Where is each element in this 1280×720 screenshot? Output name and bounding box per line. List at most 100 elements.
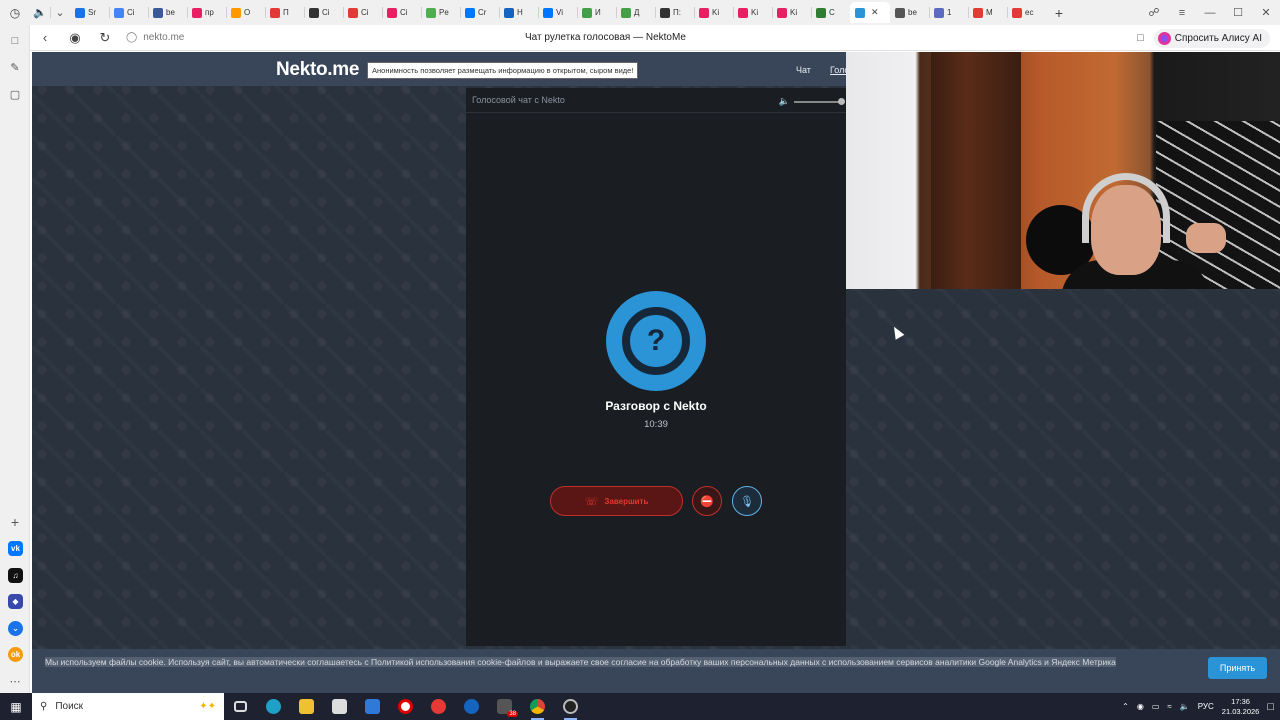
tray-app-icon[interactable]: ◉ (1137, 702, 1144, 711)
volume-control[interactable]: 🔈 (779, 96, 845, 107)
accept-cookies-button[interactable]: Принять (1208, 657, 1267, 679)
taskbar-search[interactable]: ⚲ Поиск ✦✦ (32, 693, 224, 720)
ask-alice-button[interactable]: Спросить Алису AI (1153, 28, 1270, 48)
tray-display-icon[interactable]: ▭ (1152, 702, 1160, 711)
ok-icon[interactable]: ok (8, 647, 23, 662)
tab-4[interactable]: O (226, 2, 265, 23)
mouse-cursor-icon (889, 324, 905, 340)
tab-3[interactable]: пр (187, 2, 226, 23)
tab-0[interactable]: Sr (70, 2, 109, 23)
explorer-icon[interactable] (290, 693, 323, 720)
tab-19[interactable]: C (811, 2, 850, 23)
tab-favicon-icon (504, 7, 514, 18)
notes-icon[interactable]: ✎ (7, 59, 23, 75)
volume-icon[interactable]: 🔈 (779, 96, 790, 107)
wifi-icon[interactable]: ≈ (1167, 702, 1171, 711)
clock[interactable]: 17:36 21.03.2026 (1222, 697, 1260, 717)
tab-after-1[interactable]: 1 (929, 2, 968, 23)
speaker-icon[interactable]: 🔈 (1180, 702, 1190, 711)
tab-favicon-icon (777, 7, 787, 18)
mail-app-icon[interactable] (356, 693, 389, 720)
report-button[interactable]: ⛔ (692, 486, 722, 516)
shield-icon: ◯ (126, 32, 138, 43)
tab-13[interactable]: И (577, 2, 616, 23)
nav-chat-link[interactable]: Чат (796, 65, 811, 75)
task-view-icon[interactable] (224, 693, 257, 720)
pin-icon[interactable]: ☍ (1140, 0, 1168, 25)
tab-1[interactable]: Ci (109, 2, 148, 23)
tab-after-3[interactable]: ec (1007, 2, 1046, 23)
tab-2[interactable]: be (148, 2, 187, 23)
vk-icon[interactable]: vk (8, 541, 23, 556)
back-icon[interactable]: ‹ (30, 30, 60, 45)
tab-10[interactable]: Cr (460, 2, 499, 23)
volume-knob[interactable] (838, 97, 845, 105)
tray-chevron-icon[interactable]: ⌃ (1122, 702, 1129, 711)
maximize-icon[interactable]: ☐ (1224, 0, 1252, 25)
tab-label: Ci (361, 8, 369, 17)
conversation-title: Разговор с Nekto (605, 399, 707, 413)
tab-label: Д (634, 8, 640, 17)
browser-menu-icon[interactable]: ◷ (0, 0, 30, 25)
search-icon: ⚲ (40, 701, 48, 712)
app-icon[interactable]: ◆ (8, 594, 23, 609)
call-timer: 10:39 (644, 419, 668, 430)
tab-after-2[interactable]: M (968, 2, 1007, 23)
tab-label: ec (1025, 8, 1034, 17)
url-field[interactable]: ◯ nekto.me (126, 32, 306, 43)
end-call-button[interactable]: ☏ Завершить (550, 486, 683, 516)
page-title: Чат рулетка голосовая — NektoMe (525, 32, 686, 43)
obs-icon[interactable] (554, 693, 587, 720)
tab-5[interactable]: П (265, 2, 304, 23)
mic-button[interactable]: 🎙 (732, 486, 762, 516)
tab-active[interactable]: ✕ (850, 2, 890, 23)
add-panel-icon[interactable]: + (7, 514, 23, 530)
language-indicator[interactable]: РУС (1198, 702, 1214, 711)
tab-7[interactable]: Ci (343, 2, 382, 23)
tab-11[interactable]: H (499, 2, 538, 23)
windows-start-icon[interactable]: ▦ (0, 693, 32, 720)
tab-14[interactable]: Д (616, 2, 655, 23)
tab-after-0[interactable]: be (890, 2, 929, 23)
volume-slider[interactable] (794, 97, 845, 105)
tab-favicon-icon (816, 7, 826, 18)
menu-icon[interactable]: ≡ (1168, 0, 1196, 25)
site-logo[interactable]: Nekto.me (276, 59, 359, 81)
close-window-icon[interactable]: ✕ (1252, 0, 1280, 25)
messenger-icon[interactable]: 38 (488, 693, 521, 720)
tab-8[interactable]: Ci (382, 2, 421, 23)
more-icon[interactable]: ⋯ (7, 673, 23, 689)
yandex-browser-icon[interactable] (422, 693, 455, 720)
tab-12[interactable]: Vi (538, 2, 577, 23)
tab-6[interactable]: Ci (304, 2, 343, 23)
new-tab-button[interactable]: + (1048, 2, 1070, 23)
store-icon[interactable] (323, 693, 356, 720)
minimize-icon[interactable]: — (1196, 0, 1224, 25)
vpn-icon[interactable] (455, 693, 488, 720)
downloads-icon[interactable]: ▢ (7, 86, 23, 102)
tab-17[interactable]: Ki (733, 2, 772, 23)
edge-icon[interactable] (257, 693, 290, 720)
tab-label: пр (205, 8, 214, 17)
tab-15[interactable]: П: (655, 2, 694, 23)
tiktok-icon[interactable]: ♫ (8, 568, 23, 583)
tab-9[interactable]: Pe (421, 2, 460, 23)
reload-icon[interactable]: ↻ (90, 30, 120, 46)
chrome-icon[interactable] (521, 693, 554, 720)
tab-16[interactable]: Ki (694, 2, 733, 23)
collections-icon[interactable]: □ (7, 33, 23, 49)
tab-favicon-icon (543, 7, 553, 18)
tab-label: Ci (322, 8, 330, 17)
audio-tab-icon[interactable]: 🔈 (30, 2, 50, 23)
tab-list-icon[interactable]: ⌄ (50, 2, 70, 23)
bookmark-icon[interactable]: □ (1137, 32, 1144, 44)
protect-icon[interactable]: ◉ (60, 30, 90, 46)
notifications-icon[interactable]: □ (1267, 701, 1274, 713)
mail-icon[interactable]: ⌄ (8, 621, 23, 636)
tab-favicon-icon (465, 7, 475, 18)
yandex-icon[interactable] (389, 693, 422, 720)
close-tab-icon[interactable]: ✕ (871, 7, 879, 18)
page: Nekto.me Анонимность позволяет размещать… (32, 52, 1280, 693)
tab-favicon-icon (270, 7, 280, 18)
tab-18[interactable]: Ki (772, 2, 811, 23)
